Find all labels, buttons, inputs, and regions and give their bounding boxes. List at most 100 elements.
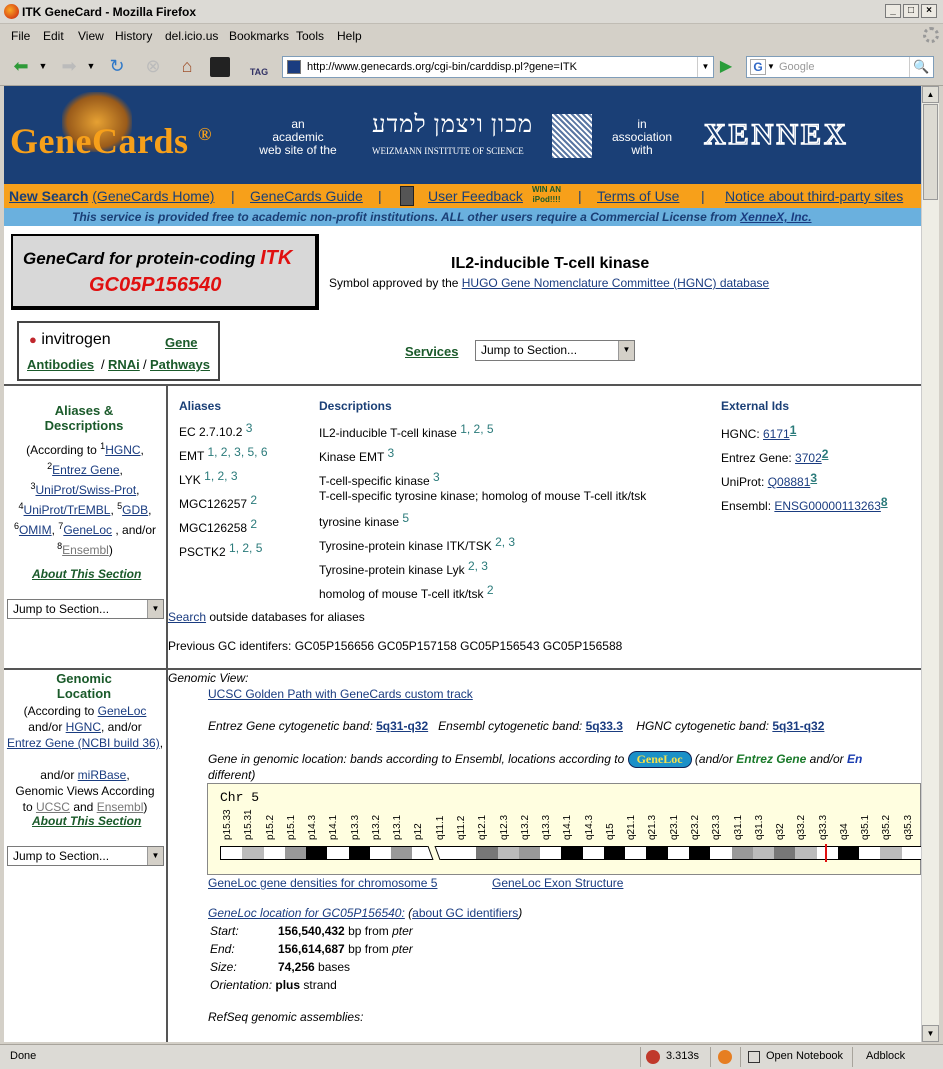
xennex-logo[interactable]: XENNEX	[703, 117, 849, 152]
services-link[interactable]: Services	[405, 344, 459, 359]
chromosome-band[interactable]	[497, 847, 519, 859]
stop-icon[interactable]: ⊗	[140, 54, 166, 80]
rnai-link[interactable]: RNAi	[108, 357, 140, 372]
ucsc-link[interactable]: UCSC	[36, 800, 70, 814]
genecards-guide-link[interactable]: GeneCards Guide	[250, 188, 363, 204]
ensembl-source-link[interactable]: Ensembl	[62, 543, 109, 557]
delicious-icon[interactable]	[210, 57, 230, 77]
url-bar[interactable]: http://www.genecards.org/cgi-bin/carddis…	[282, 56, 714, 78]
notebook-icon[interactable]	[748, 1051, 760, 1063]
chromosome-band[interactable]	[455, 847, 477, 859]
chromosome-band[interactable]	[901, 847, 921, 859]
genecards-logo[interactable]: GeneCards ®	[10, 120, 212, 162]
menu-file[interactable]: File	[11, 29, 30, 43]
chromosome-band[interactable]	[625, 847, 647, 859]
about-genomic-link[interactable]: About This Section	[32, 814, 141, 828]
adblock-button[interactable]: Adblock	[866, 1050, 905, 1062]
home-icon[interactable]: ⌂	[174, 54, 200, 80]
entrez-id-link[interactable]: 3702	[795, 451, 822, 465]
hgnc-database-link[interactable]: HUGO Gene Nomenclature Committee (HGNC) …	[462, 276, 769, 290]
url-dropdown-icon[interactable]: ▼	[697, 57, 713, 77]
chromosome-band[interactable]	[816, 847, 838, 859]
terms-of-use-link[interactable]: Terms of Use	[597, 188, 679, 204]
uniprot-id-link[interactable]: Q08881	[768, 475, 811, 489]
vertical-scrollbar[interactable]: ▲ ▼	[921, 86, 939, 1042]
forward-icon[interactable]: ➡	[56, 54, 82, 80]
firefox-status-icon[interactable]	[718, 1050, 732, 1064]
geneloc-source-link[interactable]: GeneLoc	[98, 704, 147, 718]
chromosome-band[interactable]	[369, 847, 392, 859]
ensembl-link[interactable]: Ensembl	[97, 800, 144, 814]
chromosome-band[interactable]	[667, 847, 689, 859]
chromosome-band[interactable]	[837, 847, 860, 859]
chromosome-band[interactable]	[221, 847, 243, 859]
entrez-band-link[interactable]: 5q31-q32	[376, 719, 428, 733]
uniprot-source-link[interactable]: UniProt/Swiss-Prot	[35, 483, 136, 497]
search-icon[interactable]: 🔍	[909, 57, 933, 77]
search-outside-link[interactable]: Search	[168, 610, 206, 624]
chromosome-band[interactable]	[518, 847, 541, 859]
menu-edit[interactable]: Edit	[43, 29, 64, 43]
chromosome-band[interactable]	[603, 847, 626, 859]
chromosome-band[interactable]	[263, 847, 285, 859]
gene-densities-link[interactable]: GeneLoc gene densities for chromosome 5	[208, 876, 437, 890]
menu-view[interactable]: View	[78, 29, 104, 43]
user-feedback-link[interactable]: User Feedback	[428, 188, 523, 204]
third-party-notice-link[interactable]: Notice about third-party sites	[725, 188, 903, 204]
chromosome-band[interactable]	[540, 847, 562, 859]
ensembl-band-link[interactable]: 5q33.3	[586, 719, 623, 733]
invitrogen-logo[interactable]: ● invitrogen	[29, 331, 111, 349]
scroll-down-icon[interactable]: ▼	[922, 1025, 939, 1042]
hgnc-id-link[interactable]: 6171	[763, 427, 790, 441]
chromosome-band[interactable]	[327, 847, 349, 859]
minimize-button[interactable]: _	[885, 4, 901, 18]
chromosome-band[interactable]	[561, 847, 583, 859]
fasterfox-icon[interactable]	[646, 1050, 660, 1064]
chromosome-band[interactable]	[348, 847, 370, 859]
reload-icon[interactable]: ↻	[104, 54, 130, 80]
genomic-jump-select[interactable]: Jump to Section... ▼	[7, 846, 164, 866]
chromosome-band[interactable]	[731, 847, 753, 859]
chromosome-band[interactable]	[774, 847, 796, 859]
chromosome-bands[interactable]	[220, 844, 921, 862]
url-text[interactable]: http://www.genecards.org/cgi-bin/carddis…	[307, 61, 577, 73]
new-search-link[interactable]: New Search (GeneCards Home)	[9, 188, 214, 204]
geneloc-source-link[interactable]: GeneLoc	[63, 523, 112, 537]
about-gc-identifiers-link[interactable]: about GC identifiers	[412, 906, 518, 920]
ucsc-golden-path-link[interactable]: UCSC Golden Path with GeneCards custom t…	[208, 687, 473, 701]
ensembl-id-link[interactable]: ENSG00000113263	[774, 499, 881, 513]
chromosome-band[interactable]	[859, 847, 881, 859]
xennex-link[interactable]: XenneX, Inc.	[740, 210, 811, 224]
antibodies-link[interactable]: Antibodies	[27, 357, 94, 372]
win-ipod-badge[interactable]: WIN AN iPod!!!!	[532, 185, 561, 205]
pathways-link[interactable]: Pathways	[150, 357, 210, 372]
menu-bookmarks[interactable]: Bookmarks	[229, 29, 289, 43]
hgnc-source-link[interactable]: HGNC	[105, 443, 140, 457]
geneloc-location-link[interactable]: GeneLoc location for GC05P156540:	[208, 906, 405, 920]
gene-link[interactable]: Gene	[165, 335, 198, 350]
chromosome-band[interactable]	[284, 847, 307, 859]
back-dropdown-icon[interactable]: ▼	[38, 54, 48, 80]
entrez-source-link[interactable]: Entrez Gene	[52, 463, 119, 477]
chromosome-band[interactable]	[582, 847, 604, 859]
menu-help[interactable]: Help	[337, 29, 362, 43]
about-aliases-link[interactable]: About This Section	[32, 567, 141, 581]
aliases-jump-select[interactable]: Jump to Section... ▼	[7, 599, 164, 619]
tag-icon[interactable]: TAG	[246, 60, 272, 86]
services-select[interactable]: Jump to Section... ▼	[475, 340, 635, 361]
back-icon[interactable]: ⬅	[8, 54, 34, 80]
engine-dropdown-icon[interactable]: ▼	[767, 62, 775, 71]
maximize-button[interactable]: □	[903, 4, 919, 18]
chromosome-band[interactable]	[752, 847, 775, 859]
chromosome-band[interactable]	[710, 847, 732, 859]
hgnc-band-link[interactable]: 5q31-q32	[772, 719, 824, 733]
gdb-source-link[interactable]: GDB	[122, 503, 148, 517]
menu-delicious[interactable]: del.icio.us	[165, 29, 218, 43]
search-placeholder[interactable]: Google	[779, 61, 814, 73]
google-icon[interactable]: G	[750, 59, 766, 75]
weizmann-logo[interactable]: מכון ויצמן למדע WEIZMANN INSTITUTE OF SC…	[368, 110, 594, 160]
chromosome-band[interactable]	[391, 847, 413, 859]
search-box[interactable]: G ▼ Google 🔍	[746, 56, 934, 78]
chromosome-band[interactable]	[242, 847, 264, 859]
chromosome-band[interactable]	[306, 847, 328, 859]
